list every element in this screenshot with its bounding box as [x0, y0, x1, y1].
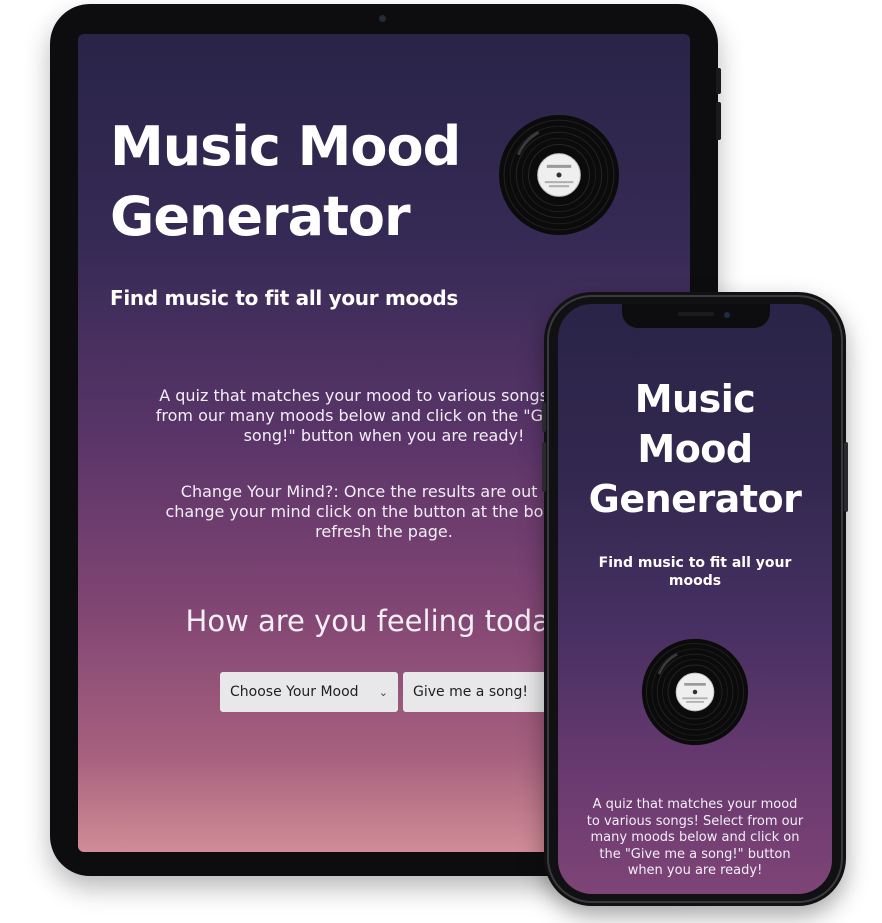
page-title: Music Mood Generator	[110, 115, 461, 248]
phone-volume-button	[542, 402, 546, 432]
mood-select-value: Choose Your Mood	[230, 684, 359, 700]
description-line: when you are ready!	[627, 863, 763, 878]
chevron-down-icon: ⌄	[378, 685, 388, 699]
title-line: Generator	[588, 477, 802, 521]
phone-device: Music Mood Generator Find music to fit a…	[542, 292, 848, 906]
description-line: many moods below and click on	[590, 830, 800, 845]
tablet-camera-icon	[379, 15, 386, 22]
phone-side-button	[844, 442, 848, 512]
phone-camera-icon	[724, 312, 730, 318]
phone-screen: Music Mood Generator Find music to fit a…	[558, 304, 832, 894]
phone-notch	[622, 304, 770, 328]
phone-volume-button	[542, 442, 546, 492]
tablet-volume-button	[716, 102, 721, 140]
give-song-button[interactable]: Give me a song!	[403, 672, 549, 712]
page-title: Music Mood Generator	[558, 374, 832, 524]
quiz-description: A quiz that matches your mood to various…	[566, 797, 824, 880]
page-subtitle: Find music to fit all your moods	[110, 286, 458, 310]
mood-select[interactable]: Choose Your Mood ⌄	[220, 672, 398, 712]
vinyl-record-icon	[499, 115, 619, 235]
page-subtitle: Find music to fit all your moods	[598, 555, 792, 589]
vinyl-record-icon	[641, 638, 749, 746]
tablet-side-button	[716, 68, 721, 94]
speaker-grille	[678, 312, 714, 316]
description-line: the "Give me a song!" button	[599, 846, 791, 862]
title-line: Music	[634, 377, 756, 421]
description-line: to various songs! Select from our	[586, 813, 804, 829]
description-line: A quiz that matches your mood	[592, 797, 798, 812]
title-line: Mood	[637, 427, 753, 471]
